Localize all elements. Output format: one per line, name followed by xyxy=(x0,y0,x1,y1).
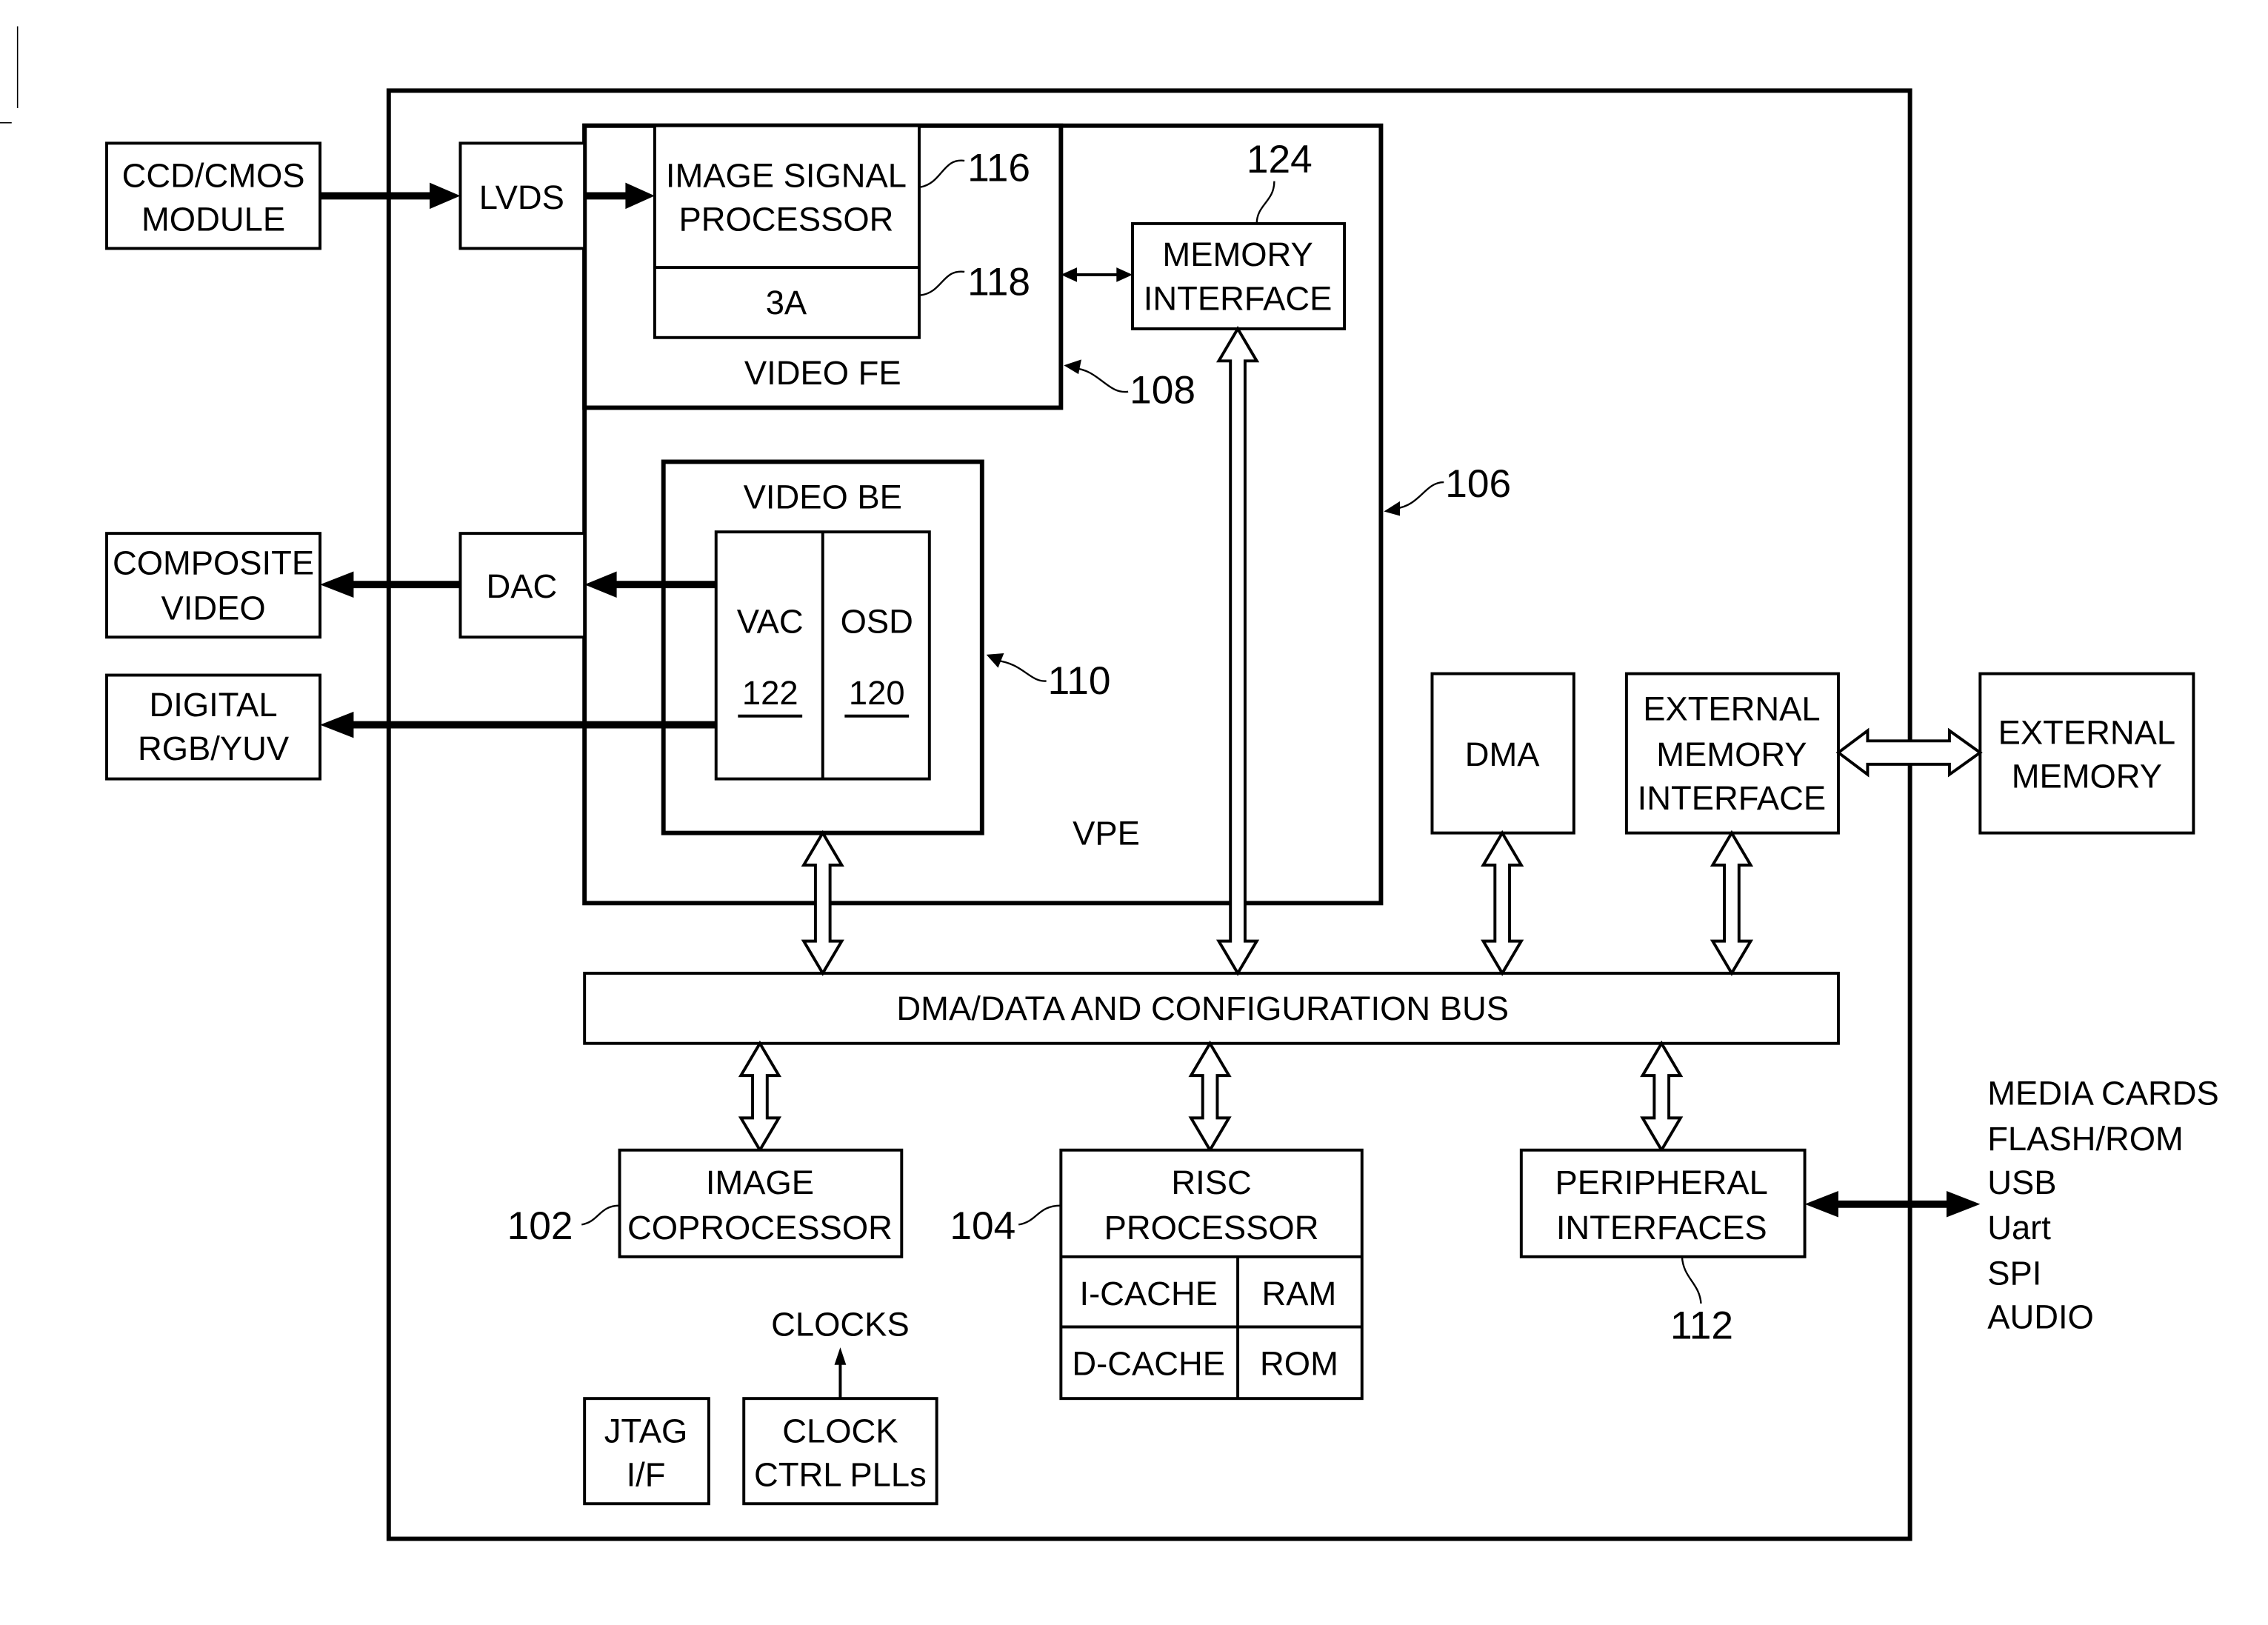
block-diagram: VPE VIDEO FE IMAGE SIGNAL PROCESSOR 3A L… xyxy=(0,26,2219,1541)
clock-ctrl-label-line2: CTRL PLLs xyxy=(754,1456,927,1494)
composite-video-label-line1: COMPOSITE xyxy=(113,544,314,581)
video-be-label: VIDEO BE xyxy=(744,478,902,516)
lvds-to-isp-arrow xyxy=(584,182,655,210)
ref-118: 118 xyxy=(920,261,1030,304)
media-item: MEDIA CARDS xyxy=(1987,1075,2219,1112)
clocks-label: CLOCKS xyxy=(771,1305,910,1343)
fe-memory-interface-arrow xyxy=(1061,267,1133,282)
vac-ref: 122 xyxy=(742,674,798,712)
lvds-label: LVDS xyxy=(479,178,564,216)
image-coprocessor-label-line2: COPROCESSOR xyxy=(627,1209,893,1247)
clocks-arrow xyxy=(834,1347,847,1399)
ref-102: 102 xyxy=(507,1204,620,1248)
bus-label: DMA/DATA AND CONFIGURATION BUS xyxy=(896,990,1509,1027)
ref-116: 116 xyxy=(920,147,1030,190)
osd-label: OSD xyxy=(841,602,913,640)
ext-mem-if-label-line2: MEMORY xyxy=(1656,735,1807,773)
ccd-cmos-label-line2: MODULE xyxy=(141,201,285,238)
ref-110: 110 xyxy=(986,653,1111,703)
risc-bus-arrow xyxy=(1188,1040,1232,1153)
risc-label-line1: RISC xyxy=(1171,1164,1251,1201)
peripheral-media-arrow xyxy=(1804,1191,1981,1218)
ccd-cmos-label-line1: CCD/CMOS xyxy=(122,157,305,195)
svg-text:106: 106 xyxy=(1445,462,1511,506)
dma-bus-arrow xyxy=(1481,830,1524,976)
peripheral-label-line2: INTERFACES xyxy=(1556,1209,1767,1247)
osd-ref: 120 xyxy=(849,674,905,712)
media-item: SPI xyxy=(1987,1254,2041,1292)
ref-104: 104 xyxy=(950,1204,1061,1248)
media-item: AUDIO xyxy=(1987,1298,2094,1335)
vac-to-dac-arrow xyxy=(584,571,716,598)
external-memory-label-line2: MEMORY xyxy=(2012,757,2162,795)
ref-108: 108 xyxy=(1064,359,1195,413)
media-list: MEDIA CARDS FLASH/ROM USB Uart SPI AUDIO xyxy=(1987,1075,2219,1336)
svg-text:102: 102 xyxy=(507,1204,573,1248)
ram-label: RAM xyxy=(1262,1275,1337,1312)
jtag-label-line2: I/F xyxy=(627,1456,666,1494)
video-fe-label: VIDEO FE xyxy=(744,354,901,392)
jtag-label-line1: JTAG xyxy=(604,1412,688,1449)
peripheral-label-line1: PERIPHERAL xyxy=(1555,1164,1768,1201)
svg-text:118: 118 xyxy=(967,261,1030,304)
rom-label: ROM xyxy=(1260,1345,1338,1383)
three-a-label: 3A xyxy=(766,284,807,321)
svg-text:110: 110 xyxy=(1048,659,1111,703)
ref-106: 106 xyxy=(1384,462,1511,516)
dcache-label: D-CACHE xyxy=(1072,1345,1225,1383)
image-coprocessor-label-line1: IMAGE xyxy=(706,1164,814,1201)
clock-ctrl-label-line1: CLOCK xyxy=(782,1412,898,1449)
media-item: FLASH/ROM xyxy=(1987,1120,2184,1158)
svg-text:116: 116 xyxy=(967,147,1030,190)
isp-label-line1: IMAGE SIGNAL xyxy=(666,157,907,195)
media-item: Uart xyxy=(1987,1209,2051,1247)
vpe-label: VPE xyxy=(1073,814,1140,852)
icache-label: I-CACHE xyxy=(1079,1275,1217,1312)
memory-interface-label-line2: INTERFACE xyxy=(1144,279,1333,317)
external-memory xyxy=(1978,672,2195,835)
peripheral-bus-arrow xyxy=(1640,1040,1684,1153)
crop-marks xyxy=(0,26,19,124)
ext-mem-if-label-line1: EXTERNAL xyxy=(1643,690,1820,728)
svg-text:124: 124 xyxy=(1247,138,1313,181)
dma-label: DMA xyxy=(1465,735,1541,773)
composite-video-label-line2: VIDEO xyxy=(161,590,265,627)
vac-to-digital-rgb-arrow xyxy=(320,711,716,738)
vac-label: VAC xyxy=(737,602,804,640)
memory-interface-bus-arrow xyxy=(1215,326,1260,976)
dac-label: DAC xyxy=(486,567,557,605)
ref-112: 112 xyxy=(1670,1256,1733,1347)
isp-label-line2: PROCESSOR xyxy=(679,201,894,238)
ref-124: 124 xyxy=(1247,138,1313,224)
digital-rgb-label-line1: DIGITAL xyxy=(150,686,278,724)
coprocessor-bus-arrow xyxy=(738,1040,782,1153)
memory-interface-label-line1: MEMORY xyxy=(1162,236,1313,273)
digital-rgb-label-line2: RGB/YUV xyxy=(138,730,290,767)
risc-label-line2: PROCESSOR xyxy=(1104,1209,1319,1247)
ext-mem-if-label-line3: INTERFACE xyxy=(1638,779,1827,817)
svg-text:104: 104 xyxy=(950,1204,1015,1248)
svg-text:108: 108 xyxy=(1130,369,1195,413)
ext-mem-if-bus-arrow xyxy=(1710,830,1754,976)
svg-text:112: 112 xyxy=(1670,1304,1733,1347)
external-memory-label-line1: EXTERNAL xyxy=(1998,713,2175,751)
media-item: USB xyxy=(1987,1164,2056,1201)
